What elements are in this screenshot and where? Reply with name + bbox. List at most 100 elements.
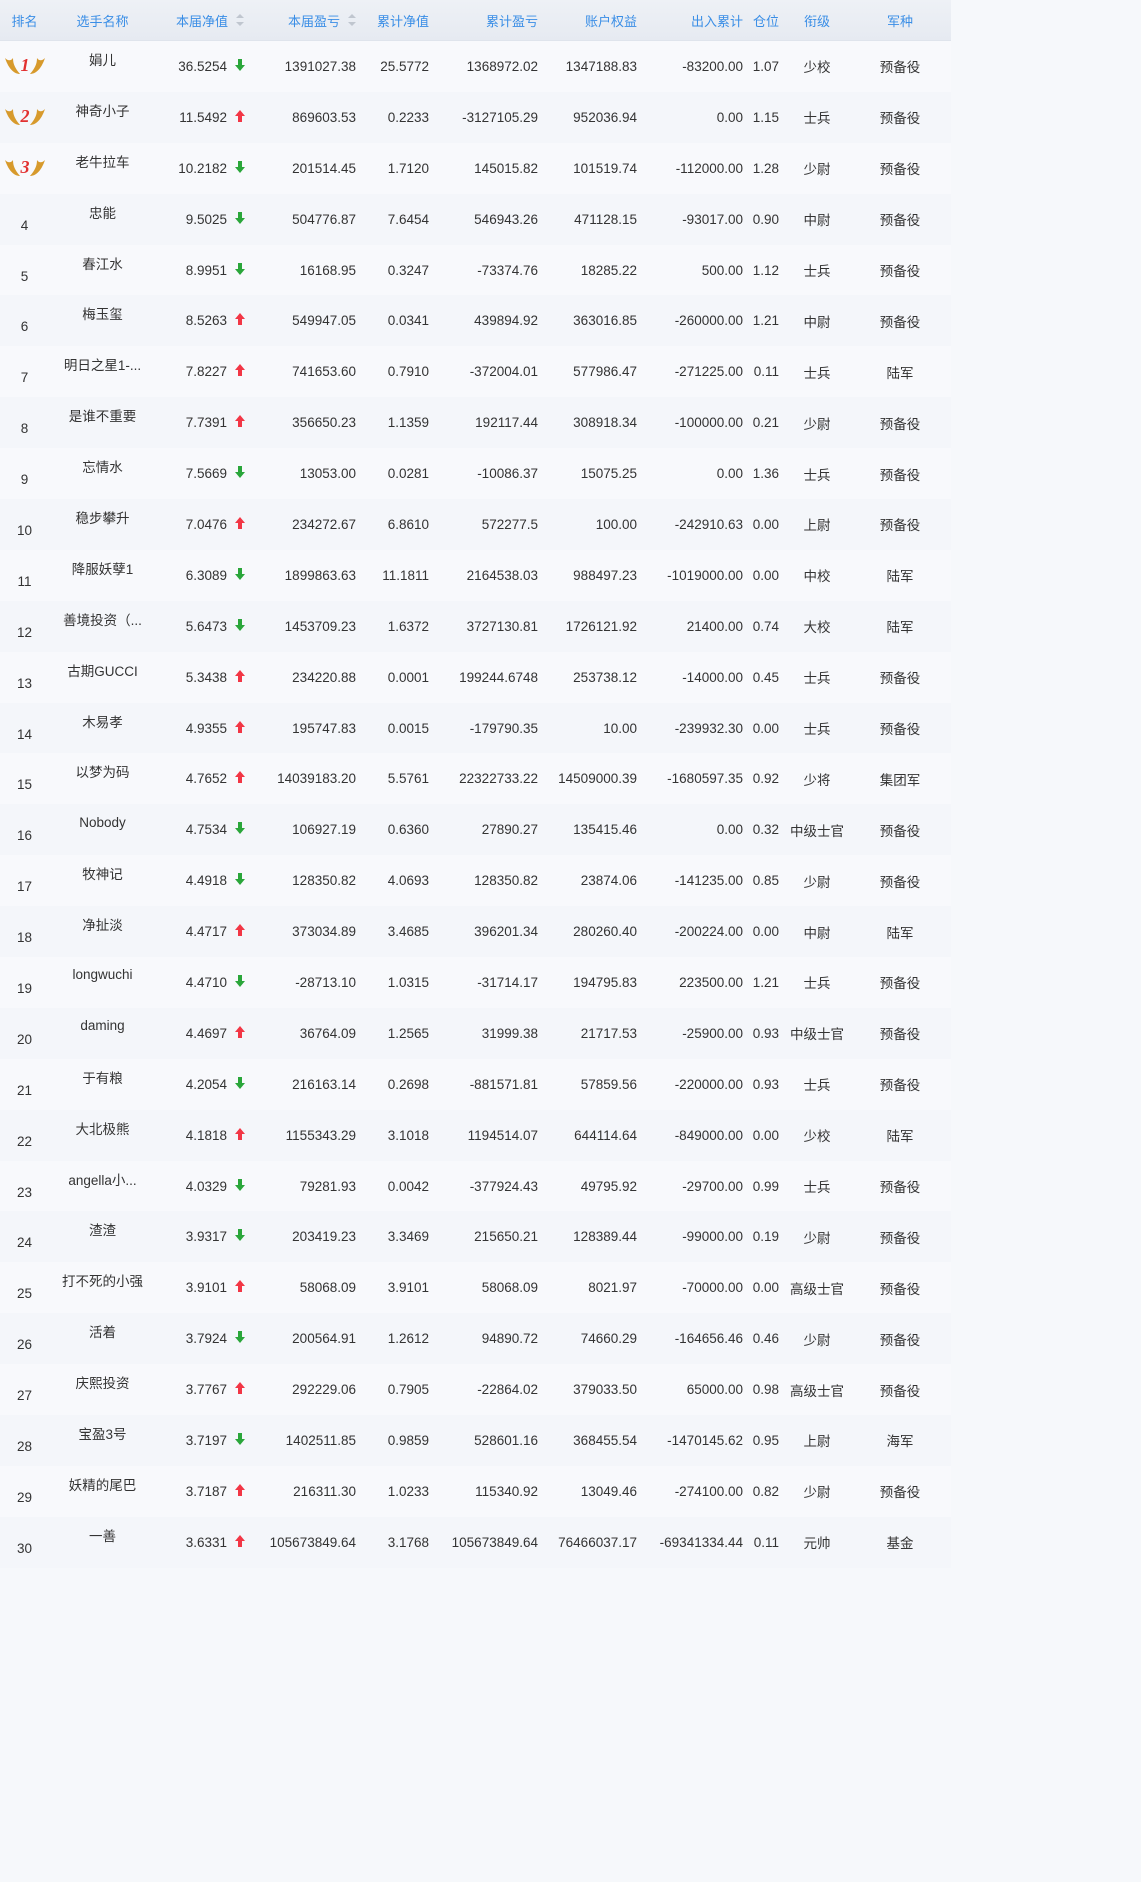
player-name-cell[interactable]: 木易孝 [49,711,156,746]
player-name[interactable]: 是谁不重要 [69,405,137,425]
player-name-cell[interactable]: 于有粮 [49,1067,156,1102]
player-name[interactable]: 稳步攀升 [76,507,130,527]
player-name[interactable]: 净扯淡 [82,914,123,934]
player-name-cell[interactable]: 打不死的小强 [49,1270,156,1305]
table-row[interactable]: 25 打不死的小强 3.9101 58068.09 3.9101 58068.09 8021… [0,1262,951,1314]
player-name[interactable]: 渣渣 [89,1219,116,1239]
table-row[interactable]: 7 明日之星1-... 7.8227 741653.60 0.7910 -372004.0… [0,346,951,398]
table-row[interactable]: 15 以梦为码 4.7652 14039183.20 5.5761 22322733.22… [0,753,951,805]
player-name[interactable]: 忘情水 [82,456,123,476]
player-name-cell[interactable]: 降服妖孽1 [49,558,156,593]
table-row[interactable]: 22 大北极熊 4.1818 1155343.29 3.1018 1194514.07 64… [0,1109,951,1161]
cumulative-pnl-cell: 2164538.03 [466,567,538,583]
cumulative-nav-cell: 0.0001 [387,669,429,685]
table-row[interactable]: 10 稳步攀升 7.0476 234272.67 6.8610 572277.5 100.0… [0,499,951,550]
player-name[interactable]: 以梦为码 [76,761,130,781]
player-name-cell[interactable]: 以梦为码 [49,761,156,796]
current-nav-cell: 7.0476 [185,516,227,532]
player-name[interactable]: 明日之星1-... [64,354,141,374]
player-name-cell[interactable]: 大北极熊 [49,1118,156,1153]
player-name[interactable]: 木易孝 [82,711,123,731]
player-name[interactable]: 古期GUCCI [67,660,138,680]
player-name[interactable]: 降服妖孽1 [72,558,134,578]
table-row[interactable]: 26 活着 3.7924 200564.91 1.2612 94890.72 74660.2… [0,1313,951,1365]
current-nav-cell: 36.5254 [178,58,227,74]
player-name[interactable]: 打不死的小强 [62,1270,143,1290]
player-name[interactable]: 一善 [89,1525,116,1545]
table-row[interactable]: 24 渣渣 3.9317 203419.23 3.3469 215650.21 128389… [0,1211,951,1263]
player-name[interactable]: 春江水 [82,253,123,273]
player-name[interactable]: 牧神记 [82,863,123,883]
arrow-down-icon [227,1228,252,1245]
table-row[interactable]: 20 daming 4.4697 36764.09 1.2565 31999.38 2171… [0,1007,951,1059]
player-name-cell[interactable]: 活着 [49,1321,156,1356]
player-name-cell[interactable]: 宝盈3号 [49,1423,156,1458]
player-name[interactable]: longwuchi [72,967,132,982]
table-row[interactable]: 30 一善 3.6331 105673849.64 3.1768 105673849.64… [0,1516,951,1568]
header-current-nav[interactable]: 本届净值 [156,0,252,40]
player-name[interactable]: daming [80,1018,124,1033]
player-name[interactable]: 忠能 [89,202,116,222]
player-name[interactable]: 庆熙投资 [76,1372,130,1392]
player-name-cell[interactable]: 牧神记 [49,863,156,898]
player-name-cell[interactable]: 神奇小子 [49,100,156,135]
player-name-cell[interactable]: 古期GUCCI [49,660,156,695]
table-row[interactable]: 6 梅玉玺 8.5263 549947.05 0.0341 439894.92 363016… [0,295,951,347]
player-name-cell[interactable]: 梅玉玺 [49,303,156,338]
table-row[interactable]: 3 老牛拉车 10.2182 201514.45 1.7120 145015.82 1015… [0,142,951,194]
table-row[interactable]: 21 于有粮 4.2054 216163.14 0.2698 -881571.81 5785… [0,1058,951,1110]
player-name[interactable]: 于有粮 [82,1067,123,1087]
table-row[interactable]: 28 宝盈3号 3.7197 1402511.85 0.9859 528601.16 368… [0,1415,951,1466]
table-row[interactable]: 17 牧神记 4.4918 128350.82 4.0693 128350.82 23874… [0,855,951,907]
player-name-cell[interactable]: 忠能 [49,202,156,237]
table-row[interactable]: 13 古期GUCCI 5.3438 234220.88 0.0001 199244.674… [0,651,951,703]
player-name-cell[interactable]: 忘情水 [49,456,156,491]
player-name-cell[interactable]: 净扯淡 [49,914,156,949]
player-name-cell[interactable]: 庆熙投资 [49,1372,156,1407]
table-row[interactable]: 16 Nobody 4.7534 106927.19 0.6360 27890.27 135… [0,804,951,856]
table-row[interactable]: 14 木易孝 4.9355 195747.83 0.0015 -179790.35 10.0… [0,702,951,754]
player-name[interactable]: 梅玉玺 [82,303,123,323]
player-name-cell[interactable]: 稳步攀升 [49,507,156,542]
player-name[interactable]: 大北极熊 [76,1118,130,1138]
table-row[interactable]: 27 庆熙投资 3.7767 292229.06 0.7905 -22864.02 3790… [0,1364,951,1416]
player-name-cell[interactable]: 娟儿 [49,49,156,84]
player-name-cell[interactable]: angella小... [49,1169,156,1204]
player-name[interactable]: 宝盈3号 [78,1423,126,1443]
sort-icon[interactable] [236,14,244,26]
player-name[interactable]: 老牛拉车 [76,151,130,171]
player-name[interactable]: 娟儿 [89,49,116,69]
table-row[interactable]: 1 娟儿 36.5254 1391027.38 25.5772 1368972.02 134… [0,41,951,92]
player-name[interactable]: 活着 [89,1321,116,1341]
player-name-cell[interactable]: 明日之星1-... [49,354,156,389]
player-name-cell[interactable]: daming [49,1018,156,1048]
player-name[interactable]: 善境投资（... [63,609,142,629]
table-row[interactable]: 23 angella小... 4.0329 79281.93 0.0042 -377924… [0,1160,951,1212]
player-name[interactable]: Nobody [79,815,126,830]
table-row[interactable]: 11 降服妖孽1 6.3089 1899863.63 11.1811 2164538.03… [0,549,951,601]
player-name-cell[interactable]: longwuchi [49,967,156,997]
player-name[interactable]: 妖精的尾巴 [69,1474,137,1494]
table-row[interactable]: 18 净扯淡 4.4717 373034.89 3.4685 396201.34 28026… [0,906,951,958]
player-name-cell[interactable]: Nobody [49,815,156,845]
player-name-cell[interactable]: 妖精的尾巴 [49,1474,156,1509]
sort-icon[interactable] [348,14,356,26]
player-name-cell[interactable]: 老牛拉车 [49,151,156,186]
player-name-cell[interactable]: 善境投资（... [49,609,156,644]
table-row[interactable]: 19 longwuchi 4.4710 -28713.10 1.0315 -31714.1… [0,957,951,1008]
table-row[interactable]: 8 是谁不重要 7.7391 356650.23 1.1359 192117.44 3089… [0,397,951,449]
table-row[interactable]: 5 春江水 8.9951 16168.95 0.3247 -73374.76 18285.2… [0,244,951,296]
player-name-cell[interactable]: 春江水 [49,253,156,288]
player-name[interactable]: angella小... [68,1169,136,1189]
player-name-cell[interactable]: 是谁不重要 [49,405,156,440]
table-row[interactable]: 29 妖精的尾巴 3.7187 216311.30 1.0233 115340.92 130… [0,1465,951,1517]
cumulative-nav-cell: 1.2612 [387,1331,429,1347]
header-current-pnl[interactable]: 本届盈亏 [252,0,356,40]
table-row[interactable]: 12 善境投资（... 5.6473 1453709.23 1.6372 3727130.… [0,600,951,652]
table-row[interactable]: 9 忘情水 7.5669 13053.00 0.0281 -10086.37 15075.2… [0,448,951,500]
table-row[interactable]: 4 忠能 9.5025 504776.87 7.6454 546943.26 471128.… [0,193,951,245]
table-row[interactable]: 2 神奇小子 11.5492 869603.53 0.2233 -3127105.29 95… [0,91,951,143]
player-name-cell[interactable]: 一善 [49,1525,156,1560]
player-name[interactable]: 神奇小子 [76,100,130,120]
player-name-cell[interactable]: 渣渣 [49,1219,156,1254]
